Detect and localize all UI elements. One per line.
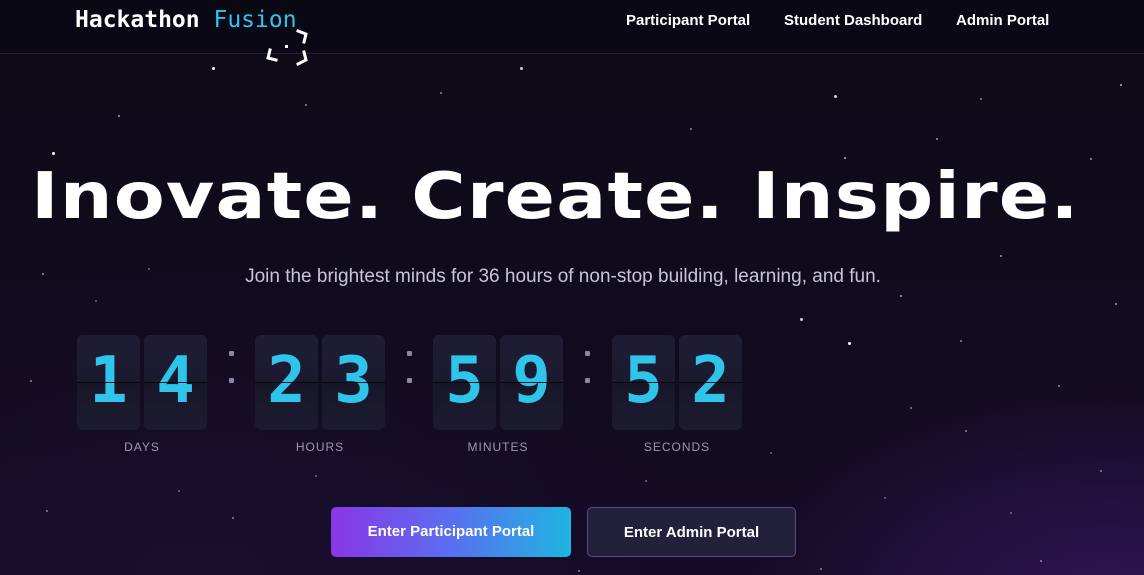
countdown-seconds-digit-1: 5 bbox=[612, 335, 675, 430]
countdown-days-digit-2: 4 bbox=[144, 335, 207, 430]
countdown-separator bbox=[404, 346, 414, 390]
countdown-hours-digit-2: 3 bbox=[322, 335, 385, 430]
focus-frame-icon bbox=[266, 29, 308, 67]
digit-value: 9 bbox=[512, 344, 551, 418]
digit-value: 2 bbox=[267, 344, 306, 418]
nav-participant-portal[interactable]: Participant Portal bbox=[626, 12, 750, 34]
countdown-days-label: DAYS bbox=[124, 440, 160, 454]
countdown-separator bbox=[226, 346, 236, 390]
logo-text-main: Hackathon bbox=[75, 7, 200, 33]
nav-admin-portal[interactable]: Admin Portal bbox=[956, 12, 1049, 34]
countdown-seconds-digit-2: 2 bbox=[679, 335, 742, 430]
nav-student-dashboard[interactable]: Student Dashboard bbox=[784, 12, 922, 34]
enter-participant-portal-button[interactable]: Enter Participant Portal bbox=[331, 507, 571, 557]
enter-admin-portal-button[interactable]: Enter Admin Portal bbox=[587, 507, 796, 557]
countdown-separator bbox=[582, 346, 592, 390]
hero-subtitle: Join the brightest minds for 36 hours of… bbox=[245, 266, 881, 287]
hero-title: Inovate. Create. Inspire. bbox=[30, 160, 1080, 234]
countdown-minutes-digit-2: 9 bbox=[500, 335, 563, 430]
digit-value: 2 bbox=[691, 344, 730, 418]
countdown-minutes-label: MINUTES bbox=[467, 440, 529, 454]
top-navigation-bar: Hackathon Fusion Participant Portal Stud… bbox=[0, 0, 1144, 67]
landing-page: Hackathon Fusion Participant Portal Stud… bbox=[0, 0, 1144, 575]
digit-value: 4 bbox=[156, 344, 195, 418]
site-logo[interactable]: Hackathon Fusion bbox=[75, 7, 297, 33]
digit-value: 1 bbox=[89, 344, 128, 418]
digit-value: 5 bbox=[445, 344, 484, 418]
countdown-seconds-label: SECONDS bbox=[643, 440, 711, 454]
countdown-hours-digit-1: 2 bbox=[255, 335, 318, 430]
digit-value: 3 bbox=[334, 344, 373, 418]
countdown-days-digit-1: 1 bbox=[77, 335, 140, 430]
countdown-hours-label: HOURS bbox=[295, 440, 345, 454]
digit-value: 5 bbox=[624, 344, 663, 418]
countdown-minutes-digit-1: 5 bbox=[433, 335, 496, 430]
